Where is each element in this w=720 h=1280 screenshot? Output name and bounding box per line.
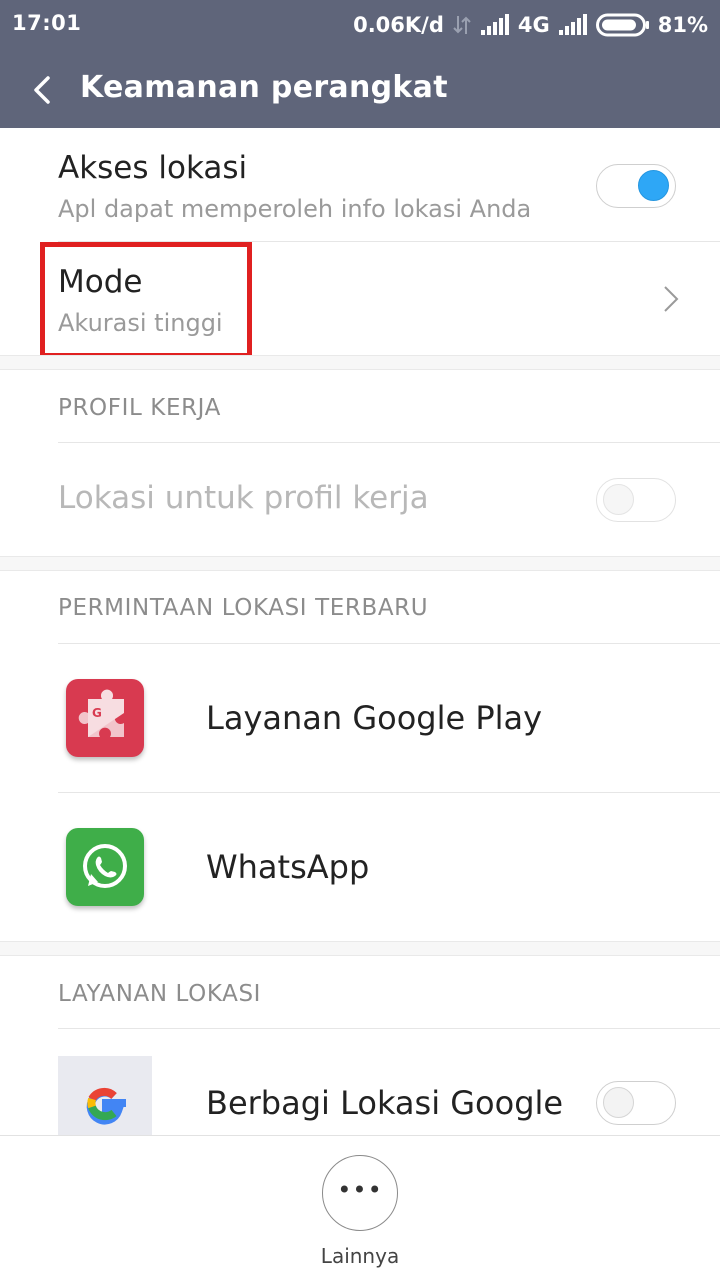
- settings-list[interactable]: Akses lokasi Apl dapat memperoleh info l…: [0, 128, 720, 1135]
- location-access-title: Akses lokasi: [58, 150, 248, 186]
- app-row-google-play[interactable]: G Layanan Google Play: [0, 644, 720, 792]
- service-row-google-location-sharing[interactable]: Berbagi Lokasi Google: [0, 1029, 720, 1135]
- bottom-bar: ••• Lainnya: [0, 1135, 720, 1280]
- more-button[interactable]: •••: [322, 1155, 398, 1231]
- work-profile-toggle[interactable]: [596, 478, 676, 522]
- battery-level: 81%: [657, 13, 708, 37]
- toggle-knob: [603, 484, 634, 515]
- toggle-knob: [638, 170, 669, 201]
- signal-strength-icon: [480, 14, 509, 35]
- puzzle-icon: G: [78, 689, 124, 737]
- network-type: 4G: [517, 13, 550, 37]
- status-time: 17:01: [12, 11, 82, 35]
- more-dots-icon: •••: [337, 1176, 383, 1204]
- back-arrow-icon[interactable]: [26, 72, 60, 108]
- app-bar: Keamanan perangkat: [0, 52, 720, 128]
- location-access-toggle[interactable]: [596, 164, 676, 208]
- page-title: Keamanan perangkat: [80, 70, 448, 105]
- location-access-row[interactable]: Akses lokasi Apl dapat memperoleh info l…: [0, 128, 720, 241]
- toggle-knob: [603, 1087, 634, 1118]
- app-name: Layanan Google Play: [206, 699, 543, 737]
- chat-bubble-icon: [83, 844, 127, 888]
- status-indicators: 0.06K/d 4G 81%: [353, 11, 708, 39]
- google-play-services-icon: G: [66, 679, 144, 757]
- highlight-box: [40, 242, 252, 358]
- app-row-whatsapp[interactable]: WhatsApp: [0, 793, 720, 941]
- network-speed: 0.06K/d: [353, 13, 444, 37]
- svg-text:G: G: [92, 706, 102, 720]
- battery-icon: [595, 13, 649, 37]
- recent-requests-header: PERMINTAAN LOKASI TERBARU: [58, 595, 429, 621]
- google-location-sharing-toggle[interactable]: [596, 1081, 676, 1125]
- more-label: Lainnya: [320, 1244, 400, 1268]
- work-profile-row[interactable]: Lokasi untuk profil kerja: [0, 443, 720, 556]
- section-gap: [0, 355, 720, 370]
- work-profile-header: PROFIL KERJA: [58, 395, 222, 421]
- location-services-header: LAYANAN LOKASI: [58, 981, 262, 1007]
- google-logo-icon: [86, 1087, 126, 1125]
- signal-strength-icon-2: [558, 14, 587, 35]
- screen: 17:01 0.06K/d 4G 81% Keamanan perangkat …: [0, 0, 720, 1280]
- location-access-subtitle: Apl dapat memperoleh info lokasi Anda: [58, 195, 532, 223]
- whatsapp-icon: [66, 828, 144, 906]
- status-bar: 17:01 0.06K/d 4G 81%: [0, 0, 720, 52]
- section-gap: [0, 556, 720, 571]
- app-name: WhatsApp: [206, 848, 370, 886]
- work-profile-label: Lokasi untuk profil kerja: [58, 480, 429, 516]
- section-gap: [0, 941, 720, 956]
- service-name: Berbagi Lokasi Google: [206, 1084, 564, 1122]
- google-g-icon: [58, 1056, 152, 1135]
- data-transfer-icon: [453, 16, 471, 34]
- chevron-right-icon: [664, 286, 679, 312]
